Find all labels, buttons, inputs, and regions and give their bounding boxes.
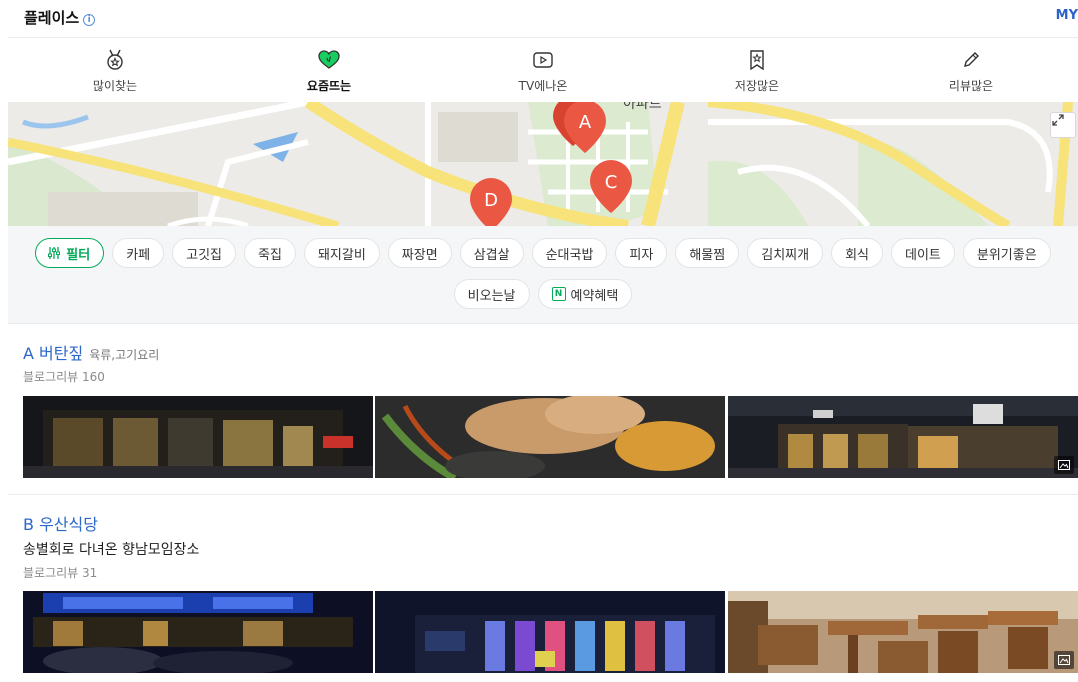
medal-icon [8,49,222,71]
chip-dinner-party[interactable]: 회식 [831,238,883,268]
photo-strip [23,591,1078,673]
place-description: 송별회로 다녀온 향남모임장소 [23,542,200,558]
tab-label: TV에나온 [518,79,568,93]
chip-bbq[interactable]: 고깃집 [172,238,237,268]
tab-reviews[interactable]: 리뷰많은 [864,38,1078,102]
chip-porridge[interactable]: 죽집 [244,238,296,268]
list-divider [8,494,1078,495]
map-label-text: 아파트 [623,102,662,112]
place-header: 플레이스 i MY [8,0,1078,38]
place-marker-letter: A [23,344,34,363]
tab-label: 많이찾는 [92,79,138,93]
gallery-icon [1057,655,1070,665]
place-photo[interactable] [727,591,1078,673]
map-expand-button[interactable] [1050,112,1076,138]
place-title-row[interactable]: A 버탄짚 육류,고기요리 [23,340,159,364]
pen-icon [864,49,1078,71]
blog-review-count[interactable]: 블로그리뷰 160 [23,368,105,385]
place-photo[interactable] [727,396,1078,478]
chip-kimchi-jjigae[interactable]: 김치찌개 [747,238,824,268]
place-item: A 버탄짚 육류,고기요리 블로그리뷰 160 [8,340,1078,480]
heart-icon [222,49,436,71]
reservation-label: 예약혜택 [570,288,619,304]
filter-label: 필터 [66,247,91,263]
chip-atmosphere[interactable]: 분위기좋은 [962,238,1051,268]
place-photo[interactable] [375,591,726,673]
place-name[interactable]: 우산식당 [39,515,98,534]
section-title: 플레이스 i [24,7,96,28]
place-name[interactable]: 버탄짚 [39,344,83,363]
tab-trending[interactable]: 요즘뜨는 [222,38,436,102]
chip-pork-ribs[interactable]: 돼지갈비 [303,238,380,268]
chip-pizza[interactable]: 피자 [615,238,668,268]
tab-tv[interactable]: TV에나온 [436,38,650,102]
tab-saved[interactable]: 저장많은 [650,38,864,102]
chip-row: 비오는날 N 예약혜택 [8,279,1078,309]
chip-reservation[interactable]: N 예약혜택 [537,279,633,309]
section-title-text: 플레이스 [24,9,80,27]
expand-icon [1052,114,1064,126]
place-photo[interactable] [375,396,726,478]
chip-sundae-gukbap[interactable]: 순대국밥 [531,238,608,268]
chip-rainy-day[interactable]: 비오는날 [453,279,530,309]
more-photos-button[interactable] [1053,651,1074,669]
place-category: 육류,고기요리 [89,348,160,362]
place-marker-letter: B [23,515,34,534]
filter-chips: 필터 카페 고깃집 죽집 돼지갈비 짜장면 삼겹살 순대국밥 피자 해물찜 김치… [8,226,1078,324]
chip-cafe[interactable]: 카페 [112,238,165,268]
tv-play-icon [436,49,650,71]
chip-seafood-jjim[interactable]: 해물찜 [675,238,740,268]
category-tabs: 많이찾는 요즘뜨는 TV에나온 저장많은 리뷰많은 [8,38,1078,102]
place-photo[interactable] [23,396,374,478]
place-photo[interactable] [23,591,374,673]
my-link[interactable]: MY [1056,8,1078,23]
more-photos-button[interactable] [1053,456,1074,474]
place-title-row[interactable]: B 우산식당 [23,511,98,535]
chip-samgyeopsal[interactable]: 삼겹살 [459,238,524,268]
tab-label: 저장많은 [734,79,780,93]
chip-jjajang[interactable]: 짜장면 [387,238,452,268]
tab-label: 요즘뜨는 [306,79,352,93]
naver-n-icon: N [551,287,566,301]
map-view[interactable]: 아파트 A C D [8,102,1078,226]
blog-review-count[interactable]: 블로그리뷰 31 [23,564,97,581]
gallery-icon [1057,460,1070,470]
bookmark-star-icon [650,49,864,71]
filter-icon [48,247,61,259]
tab-popular[interactable]: 많이찾는 [8,38,222,102]
photo-strip [23,396,1078,478]
filter-button[interactable]: 필터 [35,238,105,268]
map-canvas: 아파트 [8,102,1078,226]
chip-row: 필터 카페 고깃집 죽집 돼지갈비 짜장면 삼겹살 순대국밥 피자 해물찜 김치… [8,238,1078,268]
chip-date[interactable]: 데이트 [891,238,955,268]
tab-label: 리뷰많은 [948,79,994,93]
place-item: B 우산식당 송별회로 다녀온 향남모임장소 블로그리뷰 31 [8,511,1078,682]
info-icon[interactable]: i [83,14,96,26]
